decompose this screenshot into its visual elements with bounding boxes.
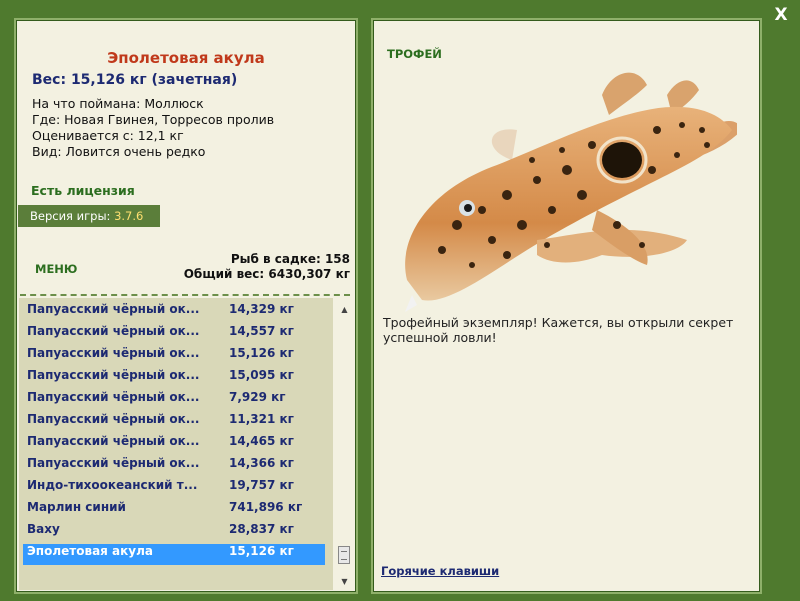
cage-summary: Рыб в садке: 158 Общий вес: 6430,307 кг bbox=[184, 252, 350, 282]
list-item-weight: 15,126 кг bbox=[229, 346, 294, 360]
list-item-name: Папуасский чёрный ок... bbox=[27, 456, 200, 470]
list-item[interactable]: Папуасский чёрный ок... 11,321 кг bbox=[23, 412, 325, 433]
list-item[interactable]: Папуасский чёрный ок... 15,126 кг bbox=[23, 346, 325, 367]
list-item[interactable]: Ваху 28,837 кг bbox=[23, 522, 325, 543]
hotkeys-link[interactable]: Горячие клавиши bbox=[381, 564, 499, 578]
scroll-up-arrow-icon[interactable]: ▲ bbox=[336, 302, 353, 318]
list-item[interactable]: Папуасский чёрный ок... 14,557 кг bbox=[23, 324, 325, 345]
version-label: Версия игры: bbox=[30, 209, 115, 223]
list-item-weight: 19,757 кг bbox=[229, 478, 294, 492]
caught-with: На что поймана: Моллюск bbox=[32, 96, 204, 111]
list-item-weight: 11,321 кг bbox=[229, 412, 294, 426]
fish-info-panel: Эполетовая акула Вес: 15,126 кг (зачетна… bbox=[14, 18, 358, 594]
list-item-name: Папуасский чёрный ок... bbox=[27, 412, 200, 426]
list-item[interactable]: Марлин синий 741,896 кг bbox=[23, 500, 325, 521]
list-item-name: Папуасский чёрный ок... bbox=[27, 324, 200, 338]
cage-total-weight: Общий вес: 6430,307 кг bbox=[183, 267, 350, 281]
list-item-name: Папуасский чёрный ок... bbox=[27, 346, 200, 360]
list-item-weight: 15,126 кг bbox=[229, 544, 294, 558]
version-bar: Версия игры: 3.7.6 bbox=[18, 205, 160, 227]
scroll-down-arrow-icon[interactable]: ▼ bbox=[336, 574, 353, 590]
menu-button[interactable]: МЕНЮ bbox=[35, 262, 77, 276]
list-item-weight: 14,465 кг bbox=[229, 434, 294, 448]
epaulette-shark-image bbox=[405, 72, 737, 312]
list-item-weight: 14,329 кг bbox=[229, 302, 294, 316]
version-value: 3.7.6 bbox=[114, 209, 144, 223]
license-status: Есть лицензия bbox=[31, 183, 135, 198]
scroll-thumb[interactable] bbox=[338, 546, 350, 564]
list-scrollbar[interactable]: ▲ ▼ bbox=[336, 302, 353, 590]
valued-from: Оценивается с: 12,1 кг bbox=[32, 128, 184, 143]
list-item-name: Эполетовая акула bbox=[27, 544, 153, 558]
list-item-weight: 14,557 кг bbox=[229, 324, 294, 338]
list-item-name: Папуасский чёрный ок... bbox=[27, 390, 200, 404]
list-item-weight: 15,095 кг bbox=[229, 368, 294, 382]
list-item-weight: 7,929 кг bbox=[229, 390, 286, 404]
divider bbox=[20, 294, 350, 296]
list-item[interactable]: Индо-тихоокеанский т... 19,757 кг bbox=[23, 478, 325, 499]
species-rarity: Вид: Ловится очень редко bbox=[32, 144, 206, 159]
list-item-weight: 741,896 кг bbox=[229, 500, 303, 514]
trophy-message: Трофейный экземпляр! Кажется, вы открыли… bbox=[383, 315, 734, 345]
list-item-name: Индо-тихоокеанский т... bbox=[27, 478, 198, 492]
list-item-name: Ваху bbox=[27, 522, 60, 536]
list-item[interactable]: Папуасский чёрный ок... 14,329 кг bbox=[23, 302, 325, 323]
fish-name: Эполетовая акула bbox=[107, 49, 265, 67]
trophy-panel: ТРОФЕЙ Трофейный экземпляр! Кажется, вы … bbox=[371, 18, 762, 594]
list-item[interactable]: Папуасский чёрный ок... 14,465 кг bbox=[23, 434, 325, 455]
list-item-name: Папуасский чёрный ок... bbox=[27, 434, 200, 448]
list-item[interactable]: Папуасский чёрный ок... 7,929 кг bbox=[23, 390, 325, 411]
list-item[interactable]: Эполетовая акула 15,126 кг bbox=[23, 544, 325, 565]
list-item[interactable]: Папуасский чёрный ок... 14,366 кг bbox=[23, 456, 325, 477]
caught-where: Где: Новая Гвинея, Торресов пролив bbox=[32, 112, 275, 127]
list-item-name: Папуасский чёрный ок... bbox=[27, 302, 200, 316]
close-button[interactable]: X bbox=[770, 4, 792, 26]
cage-count: Рыб в садке: 158 bbox=[230, 252, 350, 266]
catch-list: Папуасский чёрный ок... 14,329 кг Папуасск… bbox=[19, 298, 333, 590]
fish-weight: Вес: 15,126 кг (зачетная) bbox=[32, 72, 238, 88]
list-item-name: Марлин синий bbox=[27, 500, 126, 514]
list-item-weight: 14,366 кг bbox=[229, 456, 294, 470]
list-item[interactable]: Папуасский чёрный ок... 15,095 кг bbox=[23, 368, 325, 389]
list-item-name: Папуасский чёрный ок... bbox=[27, 368, 200, 382]
list-item-weight: 28,837 кг bbox=[229, 522, 294, 536]
